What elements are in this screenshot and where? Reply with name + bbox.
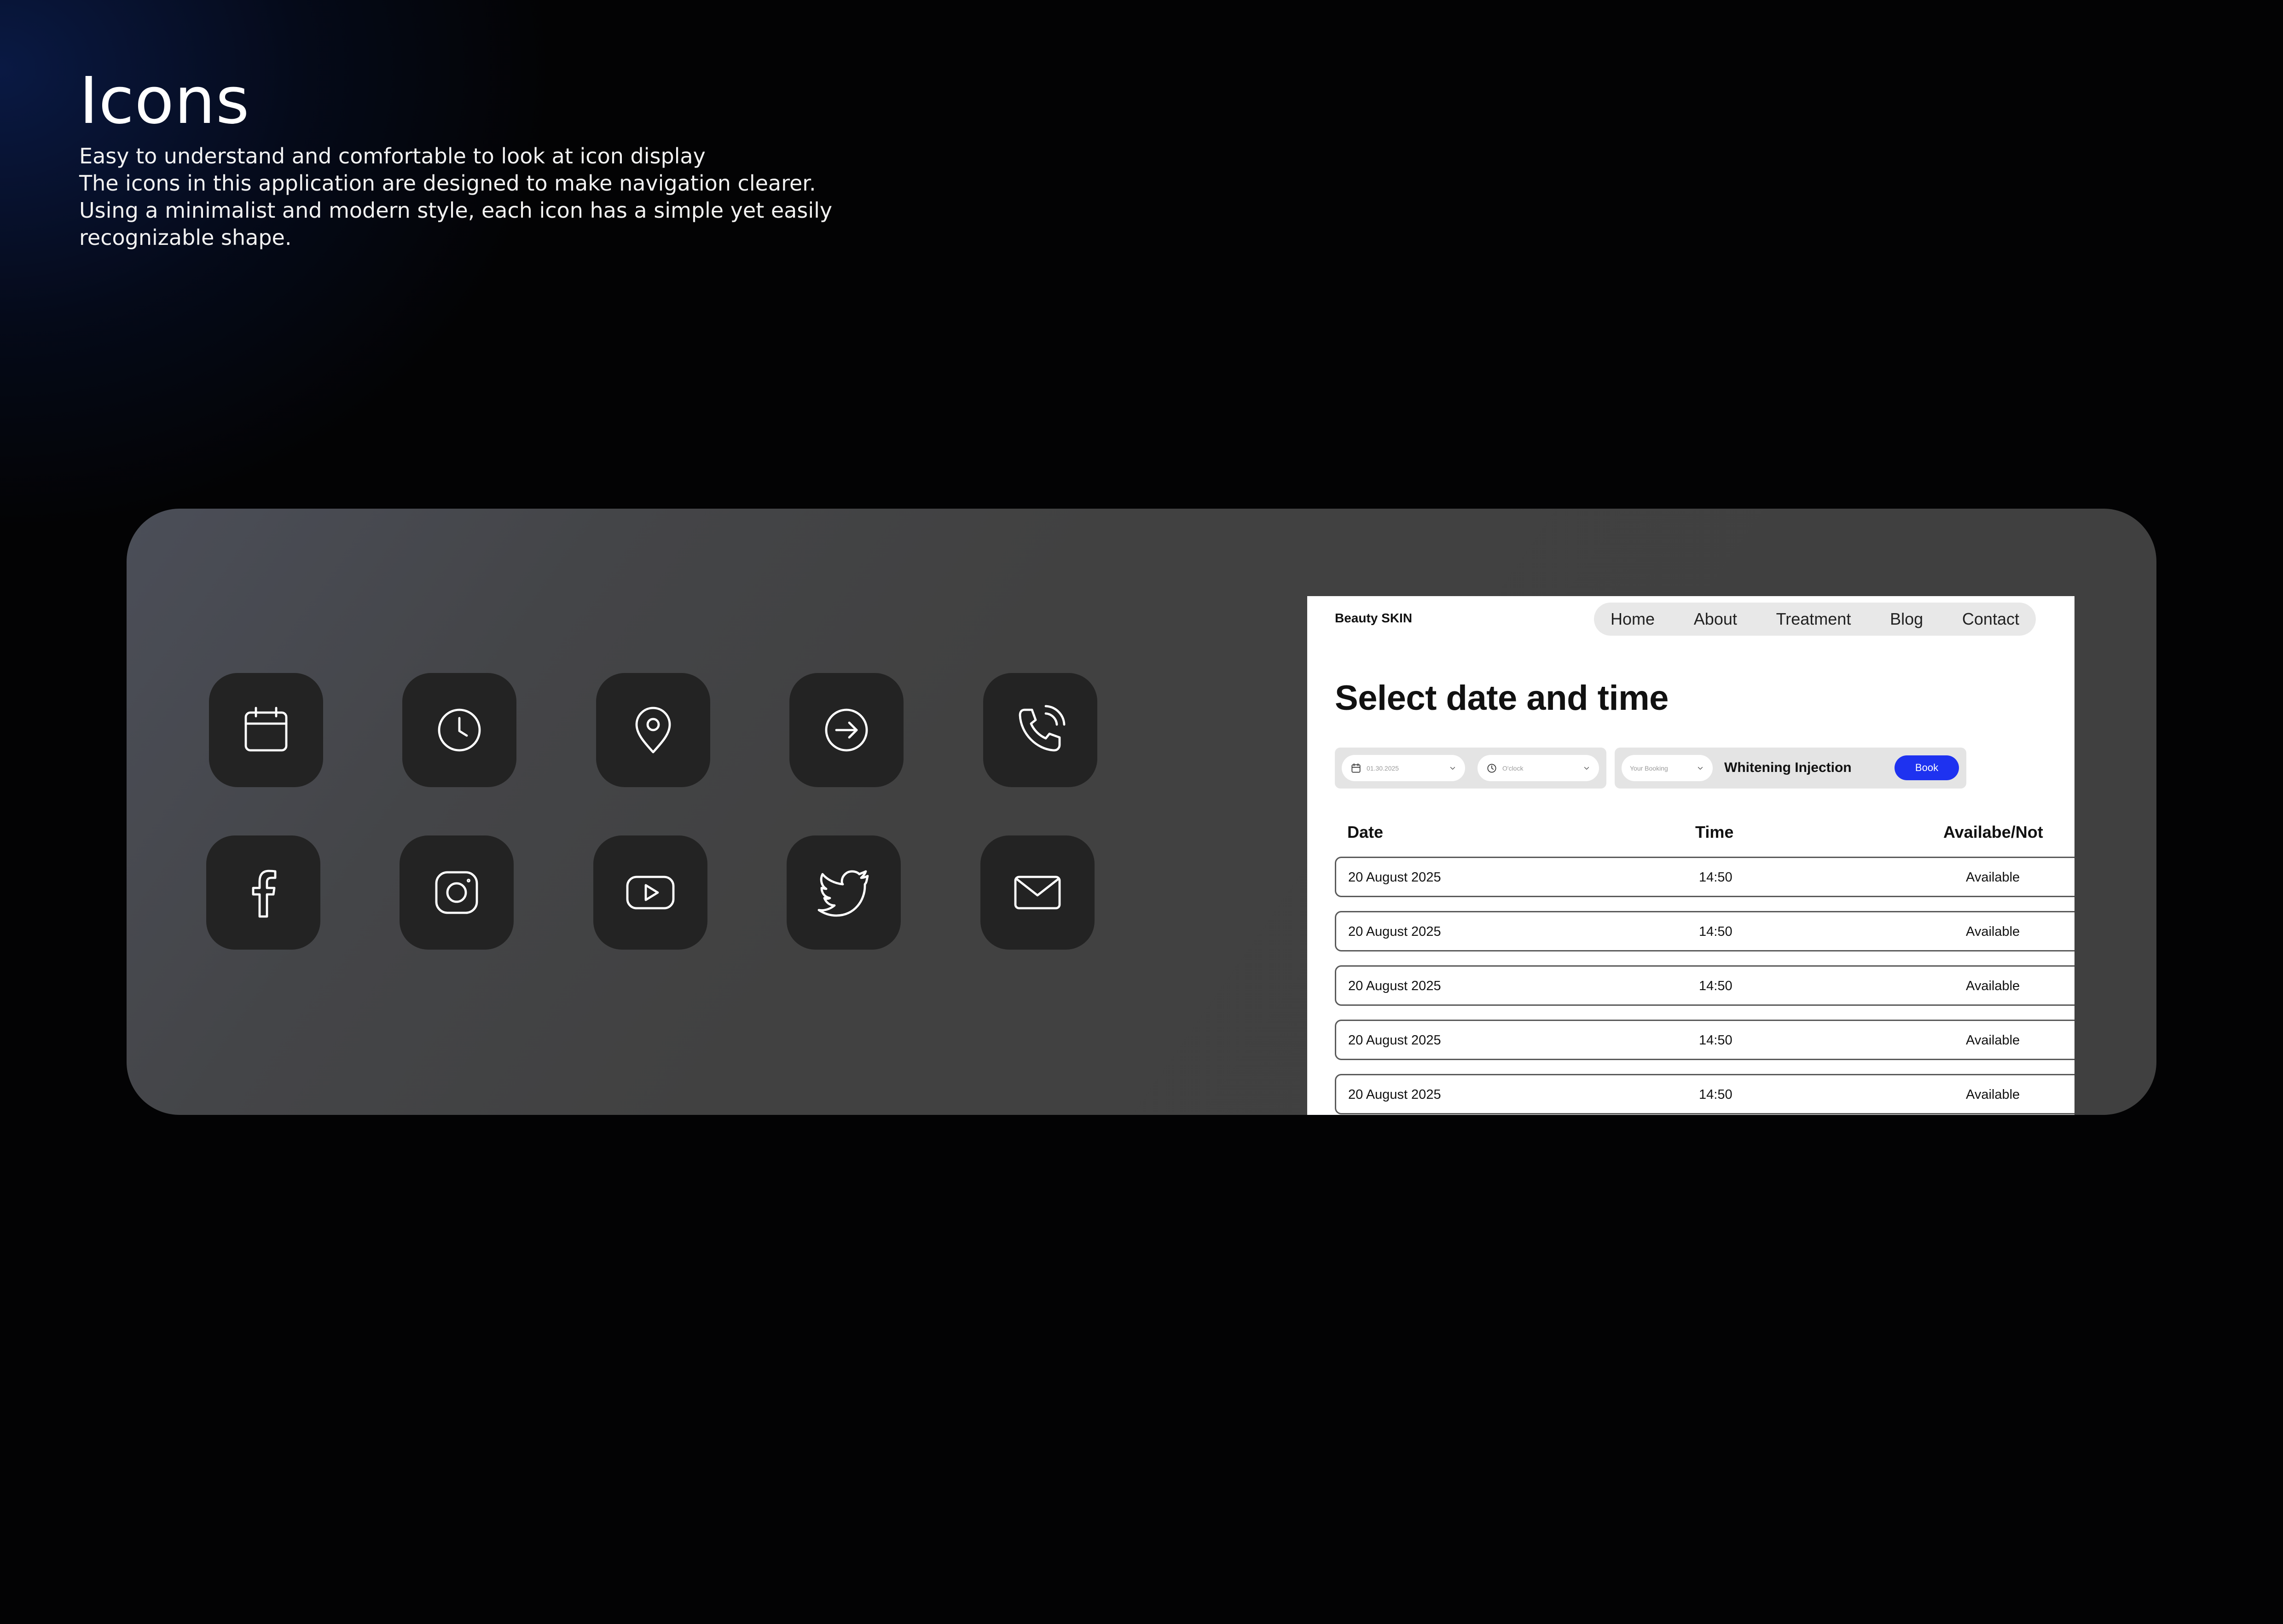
- row-date: 20 August 2025: [1348, 924, 1441, 939]
- main-nav: Home About Treatment Blog Contact: [1594, 603, 2036, 636]
- row-time: 14:50: [1699, 1033, 1733, 1048]
- row-availability: Available: [1966, 924, 2020, 939]
- phone-tile[interactable]: [983, 673, 1097, 787]
- row-date: 20 August 2025: [1348, 1087, 1441, 1102]
- chevron-down-icon: [1584, 766, 1589, 770]
- date-time-filter: 01.30.2025 O'clock: [1335, 748, 1606, 789]
- row-time: 14:50: [1699, 979, 1733, 993]
- arrow-tile[interactable]: [789, 673, 904, 787]
- location-tile[interactable]: [596, 673, 710, 787]
- youtube-icon: [626, 876, 675, 910]
- calendar-icon: [244, 707, 288, 752]
- column-header-date: Date: [1347, 823, 1384, 841]
- row-date: 20 August 2025: [1348, 870, 1441, 885]
- row-date: 20 August 2025: [1348, 1033, 1441, 1048]
- date-select[interactable]: 01.30.2025: [1342, 755, 1465, 781]
- row-time: 14:50: [1699, 870, 1733, 885]
- row-availability: Available: [1966, 870, 2020, 885]
- chevron-down-icon: [1698, 766, 1703, 770]
- nav-item-about[interactable]: About: [1694, 609, 1737, 629]
- book-button[interactable]: Book: [1895, 755, 1959, 780]
- table-row[interactable]: 20 August 2025 14:50 Available: [1335, 911, 2074, 951]
- date-value: 01.30.2025: [1367, 764, 1399, 772]
- nav-item-blog[interactable]: Blog: [1890, 609, 1923, 629]
- column-header-time: Time: [1695, 823, 1734, 841]
- booking-filter: Your Booking Whitening Injection Book: [1615, 748, 1966, 789]
- row-availability: Available: [1966, 979, 2020, 993]
- description-line: Using a minimalist and modern style, eac…: [79, 198, 833, 223]
- table-row[interactable]: 20 August 2025 14:50 Available: [1335, 965, 2074, 1006]
- description-line: recognizable shape.: [79, 225, 292, 250]
- row-availability: Available: [1966, 1087, 2020, 1102]
- twitter-tile[interactable]: [787, 835, 901, 950]
- booking-heading: Select date and time: [1335, 679, 1669, 718]
- facebook-icon: [252, 870, 277, 918]
- table-row[interactable]: 20 August 2025 14:50 Available: [1335, 1020, 2074, 1060]
- instagram-icon: [435, 871, 478, 914]
- description: Easy to understand and comfortable to lo…: [79, 143, 954, 251]
- brand-logo[interactable]: Beauty SKIN: [1335, 611, 1412, 626]
- twitter-icon: [817, 870, 869, 917]
- page-title: Icons: [79, 64, 250, 139]
- row-availability: Available: [1966, 1033, 2020, 1048]
- time-select[interactable]: O'clock: [1478, 755, 1599, 781]
- instagram-tile[interactable]: [400, 835, 514, 950]
- description-line: The icons in this application are design…: [79, 171, 816, 196]
- nav-item-contact[interactable]: Contact: [1962, 609, 2019, 629]
- chevron-down-icon: [1450, 766, 1455, 770]
- row-time: 14:50: [1699, 1087, 1733, 1102]
- location-pin-icon: [635, 707, 671, 754]
- table-row[interactable]: 20 August 2025 14:50 Available: [1335, 1074, 2074, 1114]
- mail-tile[interactable]: [980, 835, 1095, 950]
- clock-tile[interactable]: [402, 673, 516, 787]
- facebook-tile[interactable]: [206, 835, 320, 950]
- booking-page-mockup: Beauty SKIN Home About Treatment Blog Co…: [1307, 596, 2074, 1115]
- table-row[interactable]: 20 August 2025 14:50 Available: [1335, 857, 2074, 897]
- arrow-right-circle-icon: [825, 708, 868, 752]
- booking-placeholder: Your Booking: [1630, 764, 1668, 772]
- intro-section: Icons Easy to understand and comfortable…: [79, 64, 954, 251]
- row-time: 14:50: [1699, 924, 1733, 939]
- description-line: Easy to understand and comfortable to lo…: [79, 144, 706, 168]
- clock-icon: [438, 708, 481, 752]
- nav-item-treatment[interactable]: Treatment: [1776, 609, 1851, 629]
- mail-icon: [1014, 876, 1061, 910]
- calendar-icon: [1351, 763, 1361, 773]
- column-header-availability: Availabe/Not: [1943, 823, 2043, 841]
- nav-item-home[interactable]: Home: [1611, 609, 1655, 629]
- row-date: 20 August 2025: [1348, 979, 1441, 993]
- clock-icon: [1487, 763, 1496, 773]
- showcase-panel: Beauty SKIN Home About Treatment Blog Co…: [127, 509, 2156, 1115]
- calendar-tile[interactable]: [209, 673, 323, 787]
- selected-treatment: Whitening Injection: [1724, 760, 1852, 775]
- youtube-tile[interactable]: [593, 835, 707, 950]
- booking-select[interactable]: Your Booking: [1622, 755, 1713, 781]
- phone-call-icon: [1019, 705, 1066, 752]
- time-placeholder: O'clock: [1502, 764, 1524, 772]
